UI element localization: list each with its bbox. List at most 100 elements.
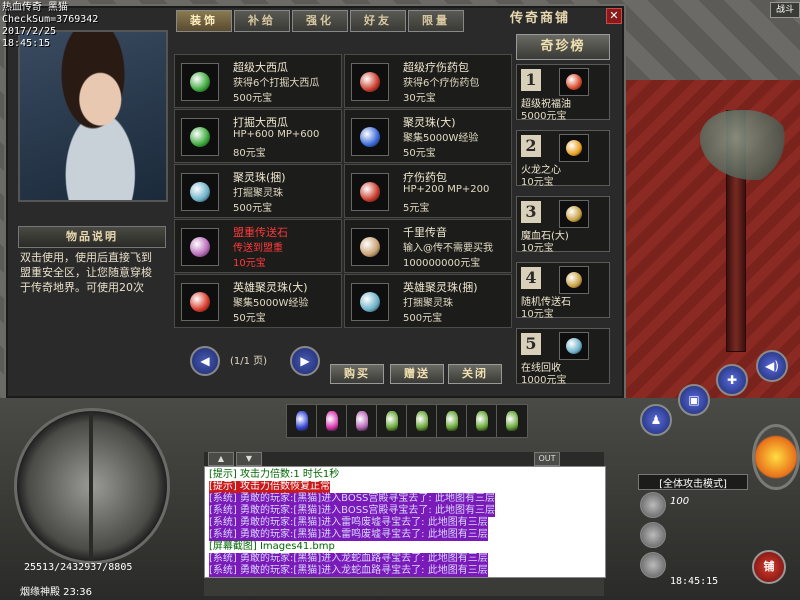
attack-mode[interactable]: [全体攻击模式] [638,474,748,490]
item-effect: HP+600 MP+600 [233,129,320,140]
item-price: 80元宝 [233,148,266,159]
item-price: 30元宝 [403,93,436,104]
belt-slot[interactable] [466,404,498,438]
belt-slot[interactable] [376,404,408,438]
item-name: 聚灵珠(捆) [233,171,286,184]
item-effect: 聚集5000W经验 [403,133,479,144]
item-price: 10元宝 [233,258,266,269]
day-night-sun-icon [752,424,800,490]
rare-item[interactable]: 3 魔血石(大) 10元宝 [516,196,610,254]
item-effect: 传送到盟重 [233,243,283,254]
gift-button[interactable]: 赠送 [390,364,444,384]
item-orb-icon [360,72,380,92]
rare-item[interactable]: 5 在线回收 1000元宝 [516,328,610,386]
rare-item[interactable]: 4 随机传送石 10元宝 [516,262,610,320]
prev-page-icon[interactable]: ◀ [190,346,220,376]
map-location: 烟缘神殿 23:36 [20,587,92,598]
level-gem-icon [640,492,666,518]
item-price: 5元宝 [403,203,430,214]
chat-out-button[interactable]: OUT [534,452,560,466]
potion-icon [416,411,428,431]
rare-item[interactable]: 1 超级祝福油 5000元宝 [516,64,610,122]
item-orb-icon [360,182,380,202]
item-icon [351,118,389,156]
item-effect: 获得6个疗伤药包 [403,78,480,89]
status-date: 2017/2/25 [2,26,57,37]
item-price: 500元宝 [233,203,273,214]
buy-button[interactable]: 购买 [330,364,384,384]
rank-number: 1 [521,69,541,91]
skill-person-icon[interactable]: ♟ [640,404,672,436]
pager: ◀ (1/1 页) ▶ [190,346,320,376]
next-page-icon[interactable]: ▶ [290,346,320,376]
chat-down-icon[interactable]: ▼ [236,452,262,466]
rare-item[interactable]: 2 火龙之心 10元宝 [516,130,610,188]
battle-button[interactable]: 战斗 [770,2,800,18]
window-title: 热血传奇 黑猫 [2,2,69,13]
item-icon [181,63,219,101]
skill-bag-icon[interactable]: ▣ [678,384,710,416]
item-orb-icon [360,237,380,257]
item-icon [351,228,389,266]
item-name: 聚灵珠(大) [403,116,456,129]
rank-number: 5 [521,333,541,355]
game-clock: 18:45:15 [670,576,719,587]
belt-slot[interactable] [496,404,528,438]
shop-item[interactable]: 超级疗伤药包 获得6个疗伤药包 30元宝 [344,54,512,108]
hp-mp-orb [14,408,170,564]
close-button[interactable]: 关闭 [448,364,502,384]
tab-enhance[interactable]: 强化 [292,10,348,32]
shop-item[interactable]: 英雄聚灵珠(大) 聚集5000W经验 50元宝 [174,274,342,328]
belt-slot[interactable] [406,404,438,438]
shop-tabs: 装饰 补给 强化 好友 限量 [176,10,466,32]
close-icon[interactable]: ✕ [606,8,622,24]
belt-slot[interactable] [286,404,318,438]
shop-item[interactable]: 打掘大西瓜 HP+600 MP+600 80元宝 [174,109,342,163]
rare-orb-icon [566,338,582,354]
item-grid: 超级大西瓜 获得6个打掘大西瓜 500元宝 超级疗伤药包 获得6个疗伤药包 30元宝 打掘大… [174,54,512,328]
item-icon [351,63,389,101]
rank-number: 2 [521,135,541,157]
quick-belt [286,404,536,438]
potion-icon [446,411,458,431]
shop-item[interactable]: 超级大西瓜 获得6个打掘大西瓜 500元宝 [174,54,342,108]
page-indicator: (1/1 页) [230,356,268,367]
tab-supply[interactable]: 补给 [234,10,290,32]
belt-slot[interactable] [346,404,378,438]
shop-title: 传奇商铺 [509,11,570,26]
chat-line: [提示] 攻击力倍数:1 时长1秒 [209,469,340,480]
belt-slot[interactable] [316,404,348,438]
tab-limited[interactable]: 限量 [408,10,464,32]
tab-decoration[interactable]: 装饰 [176,10,232,32]
item-icon [181,283,219,321]
potion-icon [326,411,338,431]
chat-input[interactable] [204,578,604,596]
tab-friend[interactable]: 好友 [350,10,406,32]
item-effect: HP+200 MP+200 [403,184,490,195]
item-icon [351,283,389,321]
belt-slot[interactable] [436,404,468,438]
item-price: 50元宝 [403,148,436,159]
potion-icon [356,411,368,431]
skill-sound-icon[interactable]: ◀) [756,350,788,382]
item-name: 盟重传送石 [233,226,288,239]
chat-toolbar: ▲ ▼ OUT [204,452,604,466]
skill-plus-icon[interactable]: ✚ [716,364,748,396]
item-orb-icon [190,72,210,92]
shop-item[interactable]: 英雄聚灵珠(捆) 打捆聚灵珠 500元宝 [344,274,512,328]
right-panel: [全体攻击模式] 100 18:45:15 [634,448,750,598]
shop-item[interactable]: 聚灵珠(捆) 打掘聚灵珠 500元宝 [174,164,342,218]
rare-icon [559,332,589,360]
item-price: 500元宝 [233,93,273,104]
shop-item[interactable]: 疗伤药包 HP+200 MP+200 5元宝 [344,164,512,218]
shop-item[interactable]: 千里传音 输入@传不需要买我 100000000元宝 [344,219,512,273]
chat-up-icon[interactable]: ▲ [208,452,234,466]
chat-line: [提示] 攻击力倍数恢复正常 [209,481,330,493]
shop-item[interactable]: 盟重传送石传送到盟重 10元宝 [174,219,342,273]
item-orb-icon [190,127,210,147]
shop-button[interactable]: 铺 [752,550,786,584]
item-name: 超级大西瓜 [233,61,288,74]
chat-box[interactable]: [提示] 攻击力倍数:1 时长1秒 [提示] 攻击力倍数恢复正常 [系统] 勇敢的玩… [204,466,606,578]
shop-item[interactable]: 聚灵珠(大) 聚集5000W经验 50元宝 [344,109,512,163]
rare-icon [559,266,589,294]
